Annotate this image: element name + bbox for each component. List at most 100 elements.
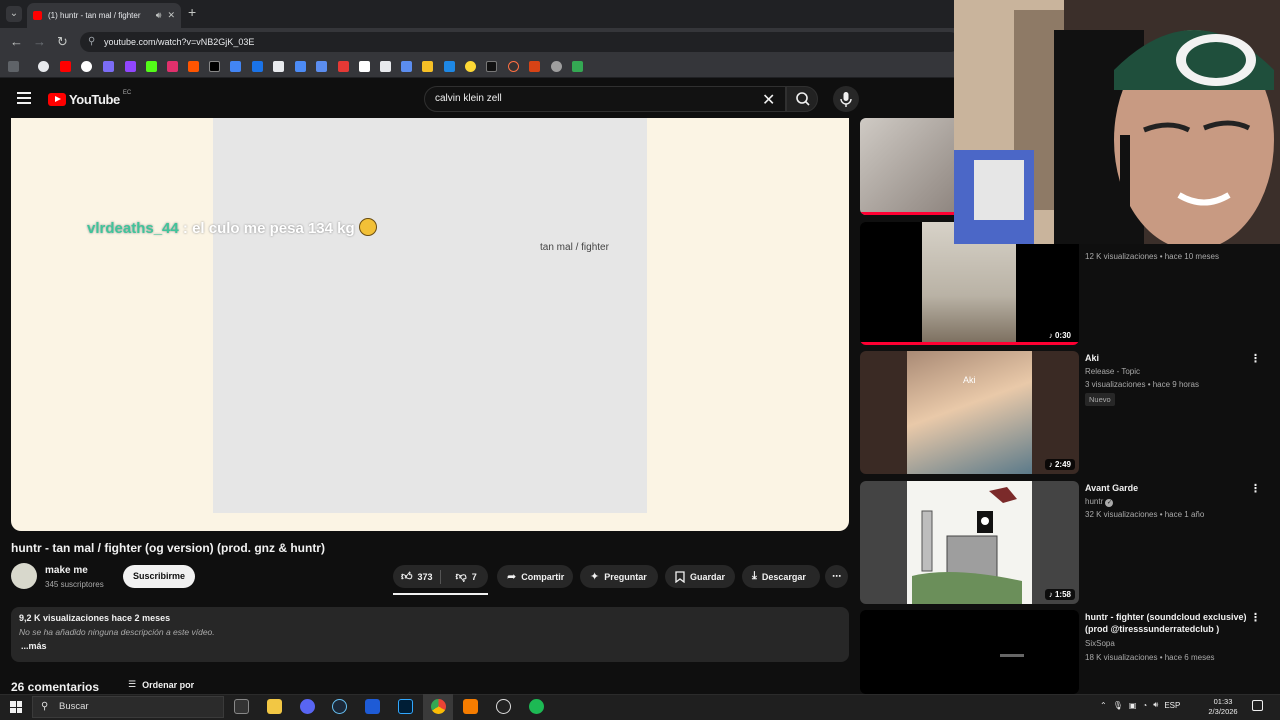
bookmark-site-icon[interactable] [316, 61, 327, 72]
bookmark-site-icon[interactable] [465, 61, 476, 72]
language-indicator[interactable]: ESP [1164, 701, 1180, 710]
like-button[interactable]: 👍︎ 373 [393, 565, 433, 588]
channel-avatar[interactable] [11, 563, 37, 589]
rec-title[interactable]: Aki [1085, 352, 1245, 364]
mic-icon[interactable]: 🎙︎ [1113, 701, 1123, 710]
verified-icon: ✓ [1105, 499, 1114, 507]
bookmark-site-icon[interactable] [551, 61, 562, 72]
rec-channel[interactable]: huntr ✓ [1085, 497, 1114, 507]
bookmark-site-icon[interactable] [273, 61, 284, 72]
obs-icon[interactable] [496, 699, 511, 714]
forward-icon[interactable]: → [33, 34, 46, 49]
bookmark-site-icon[interactable] [338, 61, 349, 72]
sort-comments-button[interactable]: ☰ Ordenar por [128, 679, 194, 690]
back-icon[interactable]: ← [10, 34, 23, 49]
speaker-icon[interactable]: 🔊︎ [1153, 700, 1158, 710]
search-button[interactable] [786, 86, 818, 112]
video-player[interactable]: vlrdeaths_44 : el culo me pesa 134 kg ta… [11, 118, 849, 531]
thumbnail-image [907, 481, 1032, 604]
bookmark-site-icon[interactable] [422, 61, 433, 72]
search-input[interactable]: calvin klein zell [424, 86, 786, 112]
spotify-icon[interactable] [529, 699, 544, 714]
rec-title[interactable]: Avant Garde [1085, 482, 1245, 494]
bookmark-site-icon[interactable] [529, 61, 540, 72]
rec-more-icon[interactable]: ⋮ [1250, 352, 1261, 365]
file-explorer-icon[interactable] [267, 699, 282, 714]
bookmark-site-icon[interactable] [508, 61, 519, 72]
bookmark-x-icon[interactable] [209, 61, 220, 72]
speaker-icon[interactable]: 🔊︎ [156, 10, 162, 21]
voice-search-button[interactable] [833, 86, 859, 112]
rec-channel[interactable]: Release - Topic [1085, 367, 1140, 376]
dislike-button[interactable]: 👎︎ 7 [448, 565, 477, 588]
bookmark-site-icon[interactable] [401, 61, 412, 72]
rec-more-icon[interactable]: ⋮ [1250, 611, 1261, 624]
new-badge: Nuevo [1085, 393, 1115, 406]
menu-icon[interactable] [17, 92, 31, 104]
taskbar-search-input[interactable]: ⚲ Buscar [32, 696, 224, 718]
more-actions-button[interactable]: ⋯ [825, 565, 848, 588]
network-icon[interactable]: ▣ [1129, 701, 1137, 710]
discord-icon[interactable] [300, 699, 315, 714]
description-text: No se ha añadido ninguna descripción a e… [19, 627, 215, 637]
bookmark-translate-icon[interactable] [230, 61, 241, 72]
chevron-up-icon[interactable]: ⌃ [1100, 701, 1107, 710]
rec-title[interactable]: huntr - fighter (soundcloud exclusive) (… [1085, 611, 1247, 635]
rec-more-icon[interactable]: ⋮ [1250, 482, 1261, 495]
bookmark-sheets-icon[interactable] [572, 61, 583, 72]
save-button[interactable]: Guardar [665, 565, 735, 588]
description-box[interactable]: 9,2 K visualizaciones hace 2 meses No se… [11, 607, 849, 662]
bookmark-google-icon[interactable] [38, 61, 49, 72]
share-button[interactable]: ➦ Compartir [497, 565, 573, 588]
photoshop-icon[interactable] [398, 699, 413, 714]
taskbar-clock[interactable]: 01:33 2/3/2026 [1202, 697, 1244, 717]
save-label: Guardar [689, 571, 725, 582]
rec-thumbnail[interactable] [860, 610, 1079, 694]
bookmark-instagram-icon[interactable] [167, 61, 178, 72]
bookmark-site-icon[interactable] [295, 61, 306, 72]
fl-studio-icon[interactable] [463, 699, 478, 714]
bookmark-twitch-icon[interactable] [125, 61, 136, 72]
tab-search-button[interactable]: ⌄ [6, 6, 22, 22]
bookmark-site-icon[interactable] [380, 61, 391, 72]
download-button[interactable]: ⤓ Descargar [742, 565, 820, 588]
rec-thumbnail[interactable]: ♪ 1:58 [860, 481, 1079, 604]
address-bar[interactable]: ⚲ youtube.com/watch?v=vNB2GjK_03E [80, 32, 960, 52]
clear-search-icon[interactable]: ✕ [762, 90, 775, 110]
bookmark-notion-icon[interactable] [359, 61, 370, 72]
chrome-icon[interactable] [431, 699, 446, 714]
bookmark-soundcloud-icon[interactable] [188, 61, 199, 72]
apps-icon[interactable] [8, 61, 19, 72]
music-note-icon: ♪ [1048, 590, 1053, 599]
ask-button[interactable]: ✦ Preguntar [580, 565, 658, 588]
bookmark-site-icon[interactable] [252, 61, 263, 72]
steam-icon[interactable] [332, 699, 347, 714]
new-tab-button[interactable]: + [188, 4, 196, 20]
bookmark-youtube-icon[interactable] [60, 61, 71, 72]
windows-icon[interactable] [10, 701, 22, 713]
like-underline [393, 593, 488, 595]
webcam-feed [954, 0, 1280, 244]
bookmark-site-icon[interactable] [103, 61, 114, 72]
bookmark-site-icon[interactable] [486, 61, 497, 72]
browser-tab[interactable]: (1) huntr - tan mal / fighter 🔊︎ ✕ [27, 3, 181, 28]
bookmark-kick-icon[interactable] [146, 61, 157, 72]
notification-icon[interactable] [1252, 700, 1263, 711]
reload-icon[interactable]: ↻ [57, 34, 68, 50]
subscribe-button[interactable]: Suscribirme [123, 565, 195, 588]
channel-name[interactable]: make me [45, 565, 88, 576]
epic-games-icon[interactable] [234, 699, 249, 714]
site-info-icon[interactable]: ⚲ [88, 32, 95, 52]
youtube-logo[interactable]: YouTube EC [48, 90, 131, 107]
close-tab-icon[interactable]: ✕ [167, 10, 175, 21]
rec-meta: 3 visualizaciones • hace 9 horas [1085, 380, 1199, 389]
share-label: Compartir [521, 571, 565, 582]
rec-channel[interactable]: SixSopa [1085, 639, 1115, 648]
show-more-link[interactable]: ...más [19, 641, 841, 651]
wifi-icon[interactable]: ◔ [1142, 701, 1147, 710]
rec-meta: 32 K visualizaciones • hace 1 año [1085, 510, 1205, 519]
rec-thumbnail[interactable]: Aki ♪ 2:49 [860, 351, 1079, 474]
bookmark-site-icon[interactable] [444, 61, 455, 72]
bookmark-site-icon[interactable] [81, 61, 92, 72]
vegas-icon[interactable] [365, 699, 380, 714]
